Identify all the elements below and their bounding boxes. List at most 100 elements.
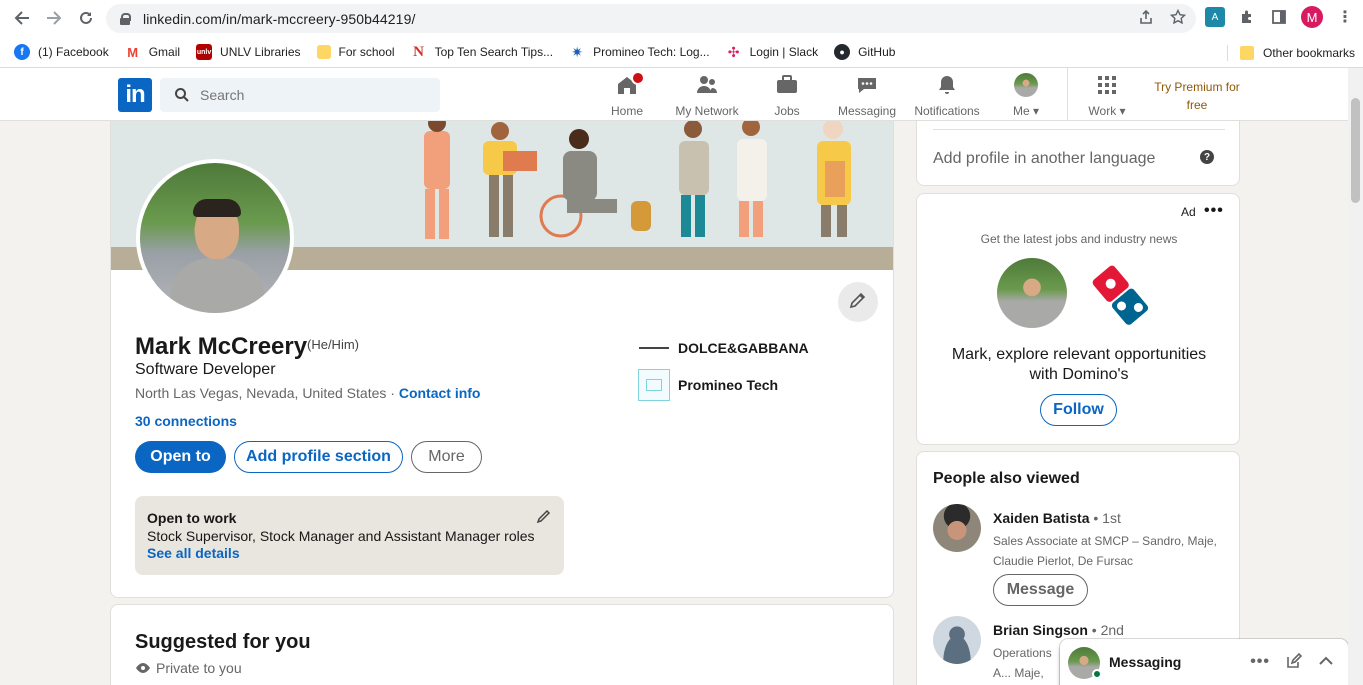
bookmark-github[interactable]: ● GitHub: [834, 44, 895, 60]
help-icon[interactable]: ?: [1200, 150, 1214, 164]
avatar: [933, 504, 981, 552]
search-input[interactable]: [200, 87, 400, 103]
edit-intro-button[interactable]: [838, 282, 878, 322]
profile-pronouns: (He/Him): [307, 337, 359, 352]
home-icon: [615, 71, 645, 97]
bookmarks-separator: [1227, 45, 1228, 61]
star-icon[interactable]: [1169, 8, 1187, 29]
nav-label: My Network: [675, 104, 739, 118]
browser-toolbar: linkedin.com/in/mark-mccreery-950b44219/…: [0, 0, 1363, 37]
eye-icon: [135, 662, 151, 674]
puzzle-icon[interactable]: [1237, 7, 1257, 27]
open-to-work-roles: Stock Supervisor, Stock Manager and Assi…: [147, 528, 535, 544]
ad-subtitle: Get the latest jobs and industry news: [980, 232, 1178, 246]
chat-icon: [855, 73, 879, 97]
chevron-up-icon[interactable]: [1318, 653, 1334, 674]
page-scrollbar[interactable]: [1348, 68, 1363, 685]
bookmark-slack[interactable]: ✣ Login | Slack: [726, 43, 819, 60]
avatar-hair: [193, 199, 241, 217]
avatar: [933, 616, 981, 664]
forward-icon[interactable]: [38, 2, 70, 34]
ad-message: Mark, explore relevant opportunities wit…: [951, 346, 1207, 383]
url-text: linkedin.com/in/mark-mccreery-950b44219/: [143, 10, 416, 27]
slack-icon: ✣: [727, 43, 740, 60]
nav-me[interactable]: Me ▾: [1005, 73, 1047, 119]
unlv-icon: unlv: [196, 44, 213, 60]
other-bookmarks-label: Other bookmarks: [1263, 45, 1356, 60]
promineo-logo-icon: [638, 369, 670, 401]
person-name: Xaiden Batista • 1st: [993, 510, 1121, 526]
notification-badge: [631, 71, 645, 85]
contact-info-link[interactable]: Contact info: [399, 385, 481, 401]
bookmark-gmail[interactable]: M Gmail: [125, 44, 180, 60]
nav-label-work: Work ▾: [1088, 104, 1125, 118]
nav-notifications[interactable]: Notifications: [911, 73, 983, 119]
scrollbar-thumb[interactable]: [1351, 98, 1360, 203]
bookmark-folder-school[interactable]: For school: [316, 45, 395, 59]
nav-my-network[interactable]: My Network: [672, 73, 742, 119]
pencil-icon: [848, 290, 868, 315]
open-to-work-box: Open to work Stock Supervisor, Stock Man…: [135, 496, 564, 575]
bookmark-label: (1) Facebook: [38, 45, 109, 59]
side-panel-icon[interactable]: [1269, 7, 1289, 27]
try-premium-link[interactable]: Try Premium for free: [1148, 78, 1246, 114]
nav-jobs[interactable]: Jobs: [772, 73, 802, 119]
nav-home[interactable]: Home: [608, 71, 646, 119]
bookmark-facebook[interactable]: f (1) Facebook: [14, 44, 109, 60]
pencil-icon[interactable]: [536, 508, 552, 527]
nav-label: Me: [1012, 104, 1030, 118]
open-to-button[interactable]: Open to: [135, 441, 226, 473]
more-button[interactable]: More: [411, 441, 482, 473]
nav-work[interactable]: Work ▾: [1080, 73, 1134, 119]
browser-menu-icon[interactable]: ⋮: [1335, 7, 1355, 27]
bookmark-search-tips[interactable]: N Top Ten Search Tips...: [411, 44, 554, 60]
add-language-link[interactable]: Add profile in another language: [933, 150, 1155, 168]
people-also-viewed-title: People also viewed: [933, 470, 1080, 487]
add-profile-section-button[interactable]: Add profile section: [234, 441, 403, 473]
nav-messaging[interactable]: Messaging: [835, 73, 899, 119]
facebook-icon: f: [14, 44, 30, 60]
bookmark-unlv[interactable]: unlv UNLV Libraries: [196, 44, 301, 60]
more-options-icon[interactable]: •••: [1204, 202, 1224, 220]
connections-link[interactable]: 30 connections: [135, 413, 237, 429]
address-bar[interactable]: linkedin.com/in/mark-mccreery-950b44219/: [106, 4, 1196, 33]
extension-app-icon[interactable]: A: [1205, 7, 1225, 27]
bookmark-promineo[interactable]: ✷ Promineo Tech: Log...: [569, 43, 709, 60]
see-all-details-link[interactable]: See all details: [147, 545, 552, 561]
search-icon: [174, 87, 190, 103]
message-button[interactable]: Message: [993, 574, 1088, 606]
grid-icon: [1095, 73, 1119, 97]
profile-photo[interactable]: [136, 159, 294, 317]
linkedin-header: in Home My Network Jobs Messaging: [0, 68, 1363, 121]
follow-button[interactable]: Follow: [1040, 394, 1117, 426]
back-icon[interactable]: [6, 2, 38, 34]
other-bookmarks[interactable]: Other bookmarks: [1240, 37, 1355, 68]
experience-item[interactable]: DOLCE&GABBANA: [638, 332, 809, 364]
linkedin-logo-icon[interactable]: in: [118, 78, 152, 112]
dolce-gabbana-logo-icon: [638, 332, 670, 364]
bookmark-label: Login | Slack: [749, 45, 819, 59]
share-icon[interactable]: [1138, 9, 1154, 29]
avatar: [1014, 73, 1038, 97]
github-icon: ●: [834, 44, 851, 60]
profile-card: Mark McCreery (He/Him) Software Develope…: [110, 110, 894, 598]
promineo-icon: ✷: [571, 43, 583, 60]
folder-icon: [1240, 45, 1254, 60]
more-options-icon[interactable]: •••: [1250, 653, 1270, 674]
nav-label: Notifications: [914, 104, 980, 118]
experience-item[interactable]: Promineo Tech: [638, 369, 778, 401]
nav-divider: [1067, 68, 1068, 120]
bookmark-label: Top Ten Search Tips...: [434, 45, 554, 59]
privacy-text: Private to you: [156, 660, 242, 676]
messaging-overlay[interactable]: Messaging •••: [1060, 639, 1348, 685]
dominos-logo-icon[interactable]: [1085, 260, 1157, 332]
nav-label: Jobs: [774, 104, 800, 118]
compose-icon[interactable]: [1286, 652, 1303, 674]
person-item[interactable]: Xaiden Batista • 1st Sales Associate at …: [933, 504, 1233, 614]
person-role: Sales Associate at SMCP – Sandro, Maje, …: [993, 534, 1217, 568]
premium-line: free: [1186, 98, 1208, 112]
reload-icon[interactable]: [70, 2, 102, 34]
search-box[interactable]: [160, 78, 440, 112]
browser-profile-avatar[interactable]: M: [1301, 6, 1323, 28]
folder-icon: [316, 45, 331, 59]
